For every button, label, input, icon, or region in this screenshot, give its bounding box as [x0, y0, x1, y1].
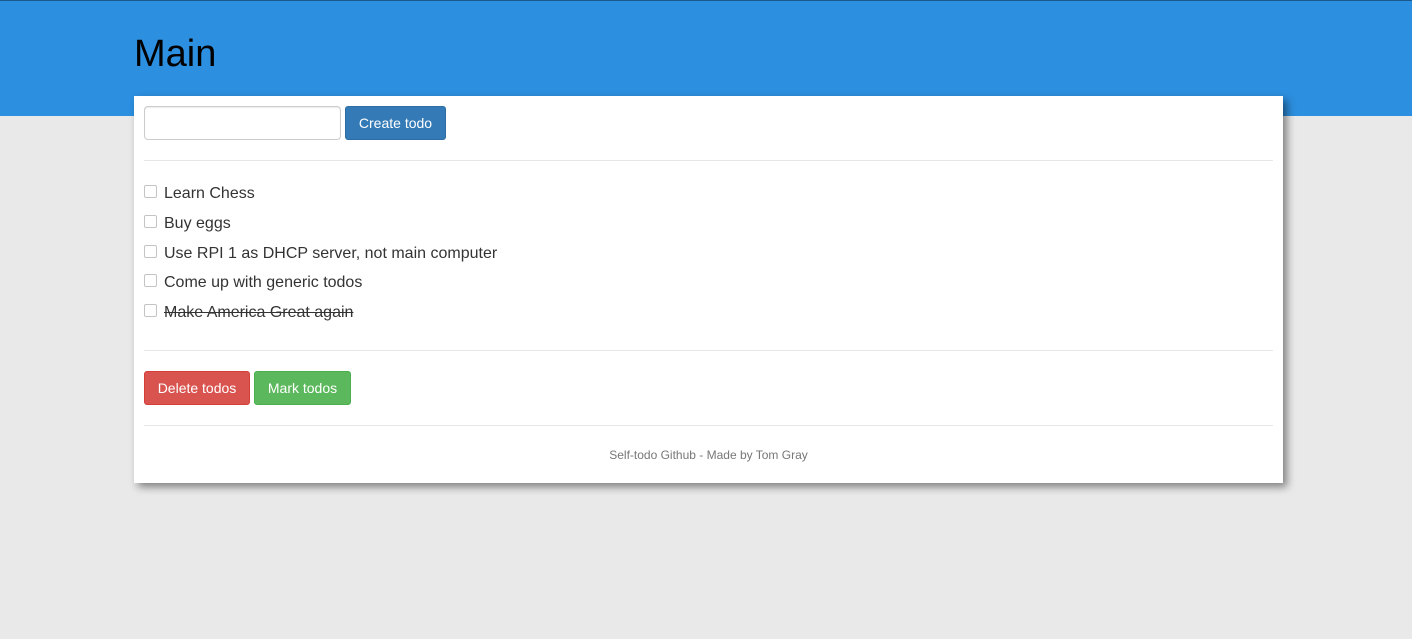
todo-label: Buy eggs [164, 214, 231, 232]
todo-label: Come up with generic todos [164, 274, 363, 292]
divider [144, 425, 1273, 426]
github-link[interactable]: Self-todo Github [609, 448, 696, 462]
todo-item: Come up with generic todos [144, 272, 497, 302]
create-todo-button[interactable]: Create todo [345, 106, 446, 140]
todo-label: Use RPI 1 as DHCP server, not main compu… [164, 244, 498, 262]
todo-checkbox[interactable] [144, 274, 157, 288]
todo-input[interactable] [144, 106, 341, 140]
todo-item: Buy eggs [144, 213, 497, 243]
todo-checkbox[interactable] [144, 185, 157, 198]
divider [144, 350, 1273, 351]
todo-list: Learn Chess Buy eggs Use RPI 1 as DHCP s… [144, 183, 497, 332]
todo-label: Make America Great again [164, 304, 354, 322]
todo-item: Use RPI 1 as DHCP server, not main compu… [144, 243, 497, 273]
todo-checkbox[interactable] [144, 214, 157, 228]
divider [144, 160, 1273, 161]
todo-checkbox[interactable] [144, 304, 157, 318]
footer-separator: - [695, 448, 707, 462]
todo-label: Learn Chess [164, 185, 255, 202]
todo-item: Make America Great again [144, 302, 497, 332]
footer: Self-todo Github - Made by Tom Gray [134, 448, 1283, 462]
footer-credit: Made by Tom Gray [706, 448, 808, 462]
page-title: Main [134, 33, 217, 75]
todo-card: Create todo Learn Chess Buy eggs Use RPI… [134, 96, 1283, 483]
todo-item: Learn Chess [144, 183, 497, 213]
mark-todos-button[interactable]: Mark todos [254, 371, 351, 405]
delete-todos-button[interactable]: Delete todos [144, 371, 250, 405]
todo-checkbox[interactable] [144, 244, 157, 258]
